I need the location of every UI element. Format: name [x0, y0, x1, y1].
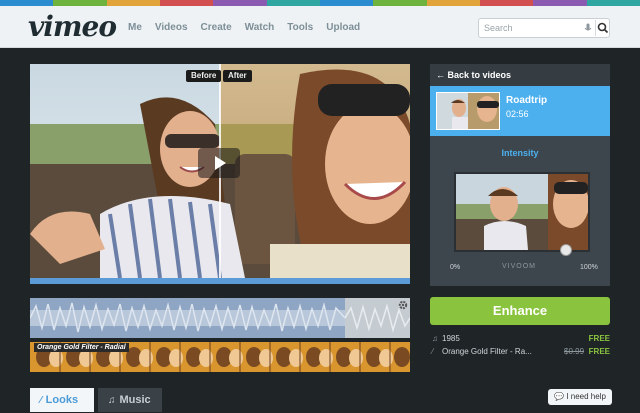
- nav-watch[interactable]: Watch: [245, 22, 275, 33]
- intensity-max-label: 100%: [580, 264, 598, 271]
- vivoom-mark: VIVOOM: [502, 263, 537, 270]
- chat-bubble-icon: 💬: [554, 392, 565, 401]
- nav-me[interactable]: Me: [128, 22, 142, 33]
- top-bar: vimeo Me Videos Create Watch Tools Uploa…: [0, 6, 640, 48]
- video-progress-bar[interactable]: [30, 278, 410, 284]
- tab-music-label: Music: [119, 394, 151, 406]
- back-label: Back to videos: [447, 70, 512, 80]
- arrow-left-icon: ←: [436, 70, 445, 80]
- side-panel: ← Back to videos Roadtrip 02:56 Intensit…: [430, 64, 610, 286]
- video-duration: 02:56: [506, 109, 529, 119]
- track-price[interactable]: FREE: [589, 347, 610, 356]
- gear-icon[interactable]: [398, 300, 408, 310]
- after-label: After: [223, 70, 252, 82]
- nav-create[interactable]: Create: [201, 22, 232, 33]
- nav-upload[interactable]: Upload: [326, 22, 360, 33]
- wand-icon: ⁄: [40, 395, 42, 406]
- back-to-videos-link[interactable]: ← Back to videos: [430, 64, 610, 86]
- before-label: Before: [186, 70, 222, 82]
- video-title: Roadtrip: [506, 95, 548, 106]
- help-label: I need help: [566, 392, 606, 401]
- search-icon: [597, 22, 609, 34]
- search-placeholder: Search: [484, 23, 513, 33]
- track-name: 1985: [442, 334, 460, 343]
- tab-looks[interactable]: ⁄ Looks: [30, 388, 94, 412]
- wand-icon: ⁄: [432, 347, 434, 356]
- nav-videos[interactable]: Videos: [155, 22, 188, 33]
- track-name: Orange Gold Filter - Ra...: [442, 347, 532, 356]
- tab-looks-label: Looks: [45, 394, 79, 406]
- intensity-min-label: 0%: [450, 264, 461, 271]
- intensity-preview: [454, 172, 590, 252]
- intensity-slider-handle[interactable]: [559, 244, 572, 256]
- play-icon: [215, 156, 226, 170]
- tab-music[interactable]: ♫ Music: [98, 388, 162, 412]
- search-button[interactable]: [595, 20, 610, 36]
- search-input[interactable]: Search: [478, 18, 610, 38]
- nav-tools[interactable]: Tools: [287, 22, 313, 33]
- enhance-button[interactable]: Enhance: [430, 297, 610, 325]
- track-old-price: $0.99: [564, 347, 585, 356]
- track-price[interactable]: FREE: [589, 334, 610, 343]
- vimeo-logo[interactable]: vimeo: [28, 10, 117, 43]
- music-note-icon: ♫: [108, 395, 116, 406]
- filter-label: Orange Gold Filter - Radial: [34, 343, 129, 352]
- video-thumbnail: [436, 92, 500, 130]
- play-button[interactable]: [198, 148, 240, 178]
- music-note-icon: ♫: [432, 334, 438, 343]
- main-nav: Me Videos Create Watch Tools Upload: [128, 22, 360, 33]
- selected-video-item[interactable]: Roadtrip 02:56: [430, 86, 610, 136]
- help-button[interactable]: 💬 I need help: [548, 389, 612, 405]
- intensity-label: Intensity: [501, 148, 539, 158]
- microphone-icon[interactable]: [583, 23, 593, 33]
